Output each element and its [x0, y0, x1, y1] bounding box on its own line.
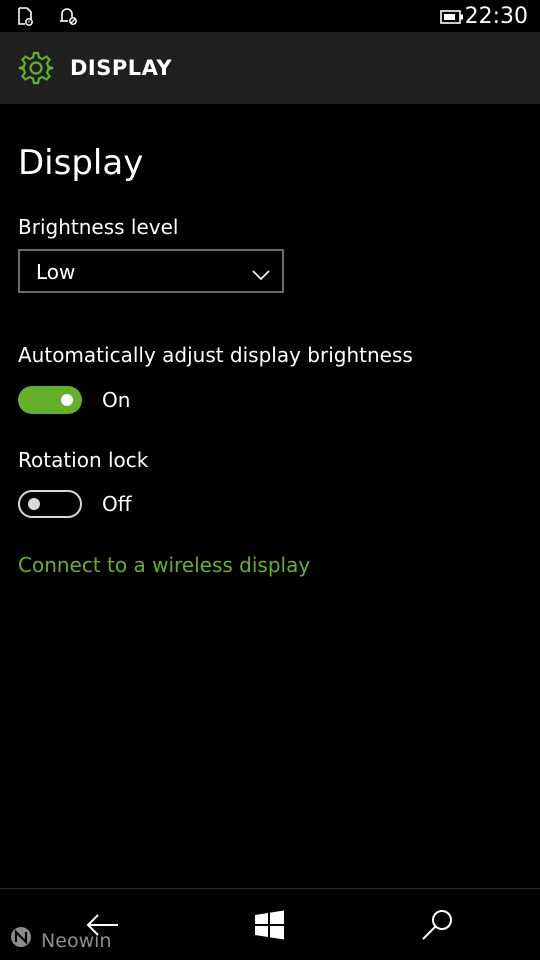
- neowin-watermark: Neowin: [10, 926, 111, 954]
- chevron-down-icon: [252, 265, 270, 284]
- status-bar: 22:30: [0, 0, 540, 32]
- connect-wireless-display-link[interactable]: Connect to a wireless display: [18, 552, 310, 578]
- app-header: DISPLAY: [0, 32, 540, 104]
- search-icon[interactable]: [418, 907, 458, 943]
- rotation-lock-state: Off: [102, 492, 132, 516]
- battery-icon: [440, 9, 464, 28]
- brightness-dropdown[interactable]: Low: [18, 249, 284, 293]
- auto-brightness-state: On: [102, 388, 131, 412]
- watermark-text: Neowin: [41, 930, 112, 952]
- clock: 22:30: [464, 4, 528, 29]
- neowin-logo-icon: [10, 926, 32, 956]
- brightness-selected-value: Low: [36, 260, 76, 284]
- rotation-lock-toggle[interactable]: [18, 490, 82, 518]
- page-title: Display: [18, 143, 144, 183]
- notification-icon: [16, 6, 34, 30]
- toggle-knob: [61, 394, 73, 406]
- rotation-lock-label: Rotation lock: [18, 448, 149, 472]
- toggle-knob: [28, 498, 40, 510]
- header-title: DISPLAY: [70, 56, 173, 80]
- brightness-label: Brightness level: [18, 215, 179, 239]
- quiet-hours-icon: [58, 6, 78, 30]
- windows-logo-icon[interactable]: [250, 907, 290, 943]
- auto-brightness-label: Automatically adjust display brightness: [18, 343, 413, 367]
- gear-icon: [18, 50, 54, 90]
- auto-brightness-toggle[interactable]: [18, 386, 82, 414]
